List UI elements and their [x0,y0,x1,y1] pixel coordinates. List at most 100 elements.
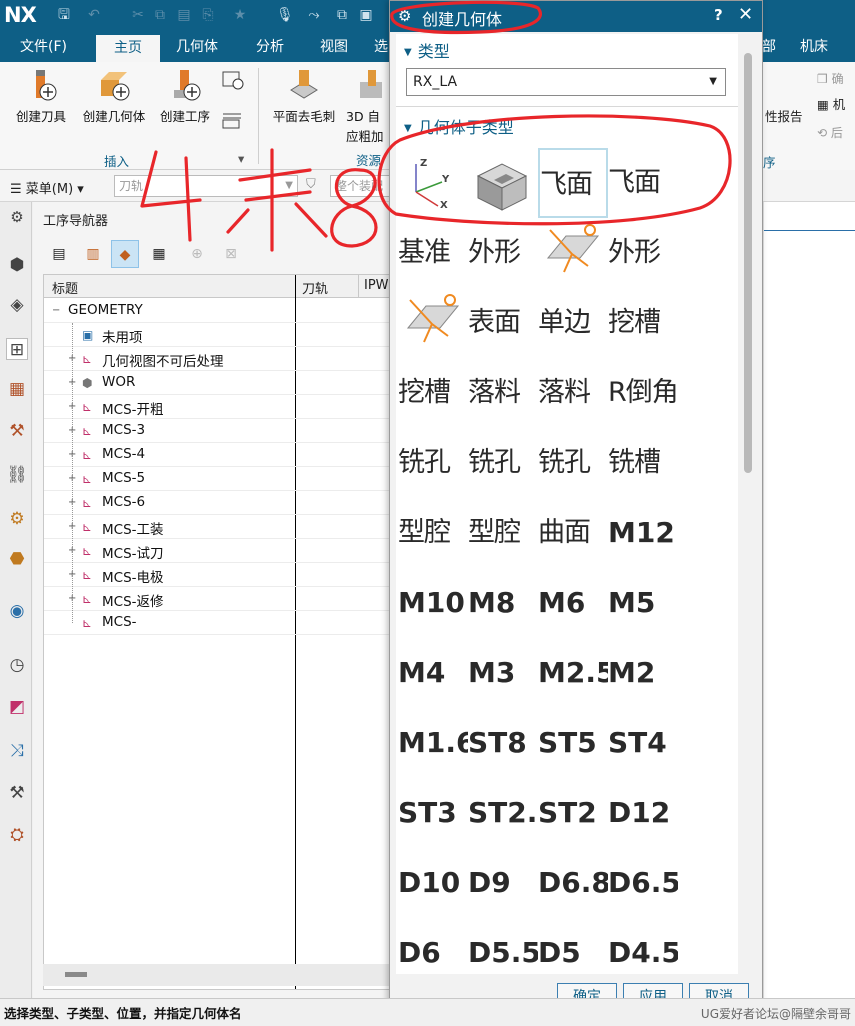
save-icon[interactable]: 🖫 [56,7,72,23]
machining-feature-icon[interactable]: ⚒ [6,420,28,442]
scrollbar-thumb[interactable] [65,972,87,977]
subtype-cell[interactable] [398,288,468,358]
subtype-cell[interactable]: 外形 [608,218,678,288]
machine-tool-navigator-icon[interactable]: ▦ [6,378,28,400]
insert-group-dropdown-icon[interactable]: ▾ [238,151,244,166]
subtype-cell[interactable]: ST3 [398,778,468,848]
subtype-cell[interactable]: D6.5 [608,848,678,918]
constraint-navigator-icon[interactable]: ⛓ [6,464,28,486]
column-toolpath[interactable]: 刀轨 [302,278,328,297]
copy-icon[interactable]: ⧉ [152,7,168,23]
graphics-window-fragment[interactable] [763,202,855,998]
table-row[interactable]: − GEOMETRY [44,299,394,323]
reuse-library-icon[interactable]: ⚙ [6,508,28,530]
right-item-confirm[interactable]: ❒ 确 [817,70,844,87]
subtype-cell[interactable]: 型腔 [398,498,468,568]
subtype-cell[interactable]: M2.5 [538,638,608,708]
small-insert-button-2[interactable] [220,108,246,136]
command-finder-icon[interactable]: ⤳ [306,7,322,23]
table-row[interactable]: + ⊾ MCS-开粗 [44,395,394,419]
tab-machine[interactable]: 机床 [794,32,834,62]
machine-tool-view-icon[interactable]: ▥ [79,240,107,268]
subtype-cell[interactable]: 飞面 [538,148,608,218]
table-row[interactable]: ⊾ MCS- [44,611,394,635]
subtype-cell[interactable]: ST4 [608,708,678,778]
subtype-cell[interactable]: 挖槽 [398,358,468,428]
machining-method-view-icon[interactable]: ▦ [145,240,173,268]
table-row[interactable]: + ⬢ WOR [44,371,394,395]
create-operation-button[interactable]: 创建工序 [154,68,216,125]
delete-icon[interactable]: ⎘ [200,7,216,23]
subtype-cell[interactable]: D4.5 [608,918,678,988]
subtype-cell[interactable]: M5 [608,568,678,638]
history-clock-icon[interactable]: ◷ [6,654,28,676]
remove-item-icon[interactable]: ⊠ [217,240,245,268]
small-insert-button[interactable] [220,68,246,96]
collapse-icon[interactable]: − [52,306,61,316]
tab-home[interactable]: 主页 [96,32,160,62]
subtype-cell[interactable]: M2 [608,638,678,708]
assembly-navigator-icon[interactable]: ⬢ [6,254,28,276]
subtype-cell[interactable]: 铣槽 [608,428,678,498]
table-row[interactable]: + ⊾ 几何视图不可后处理 [44,347,394,371]
subtype-cell[interactable]: 挖槽 [608,288,678,358]
cut-icon[interactable]: ✂ [130,7,146,23]
table-row[interactable]: + ⊾ MCS-电极 [44,563,394,587]
subtype-section-header[interactable]: ▼ 几何体子类型 [404,114,514,138]
operation-navigator-icon[interactable]: ⊞ [6,338,28,360]
star-icon[interactable]: ★ [232,7,248,23]
window-icon[interactable]: ⧉ [334,7,350,23]
subtype-cell[interactable]: 基准 [398,218,468,288]
subtype-cell[interactable] [468,148,538,218]
column-ipw[interactable]: IPW [364,278,389,293]
table-row[interactable]: + ⊾ MCS-4 [44,443,394,467]
type-section-header[interactable]: ▼ 类型 [404,38,450,62]
subtype-cell[interactable]: 落料 [538,358,608,428]
create-geometry-button[interactable]: 创建几何体 [76,68,152,125]
subtype-cell[interactable]: D6 [398,918,468,988]
role-icon[interactable]: ⛭ [6,824,28,846]
geometry-view-icon[interactable]: ◆ [111,240,139,268]
subtype-cell[interactable]: 表面 [468,288,538,358]
subtype-cell[interactable]: M12 [608,498,678,568]
program-order-view-icon[interactable]: ▤ [45,240,73,268]
subtype-cell[interactable]: 型腔 [468,498,538,568]
subtype-cell[interactable]: M3 [468,638,538,708]
subtype-cell[interactable]: D5.5 [468,918,538,988]
create-tool-button[interactable]: 创建刀具 [10,68,72,125]
right-item-machine[interactable]: ▦ 机 [817,94,845,113]
web-browser-icon[interactable]: ◉ [6,600,28,622]
tab-geometry[interactable]: 几何体 [170,32,224,62]
table-row[interactable]: ▣ 未用项 [44,323,394,347]
subtype-cell[interactable]: 曲面 [538,498,608,568]
subtype-cell[interactable]: M10 [398,568,468,638]
process-studio-icon[interactable]: ⤨ [6,740,28,762]
subtype-cell[interactable]: Z Y X [398,148,468,218]
microphone-icon[interactable]: 🎙 [276,7,294,23]
table-row[interactable]: + ⊾ MCS-5 [44,467,394,491]
subtype-cell[interactable]: D10 [398,848,468,918]
subtype-cell[interactable]: D12 [608,778,678,848]
filter-icon[interactable]: ⛉ [306,177,316,192]
horizontal-scrollbar[interactable] [43,964,395,986]
right-item-post[interactable]: ⟲ 后 [817,124,843,141]
table-row[interactable]: + ⊾ MCS-6 [44,491,394,515]
subtype-cell[interactable]: D6.8 [538,848,608,918]
paste-icon[interactable]: ▤ [176,7,192,23]
subtype-cell[interactable]: M1.6 [398,708,468,778]
subtype-cell[interactable]: 飞面 [608,148,678,218]
subtype-cell[interactable]: D5 [538,918,608,988]
dialog-gear-icon[interactable]: ⚙ [398,7,411,25]
subtype-cell[interactable]: 外形 [468,218,538,288]
subtype-cell[interactable]: ST5 [538,708,608,778]
subtype-cell[interactable]: M6 [538,568,608,638]
tab-analysis[interactable]: 分析 [250,32,290,62]
part-navigator-icon[interactable]: ◈ [6,294,28,316]
subtype-cell[interactable]: M4 [398,638,468,708]
settings-gear-icon[interactable]: ⚙ [6,206,28,228]
right-item-report[interactable]: 性报告 [765,106,803,125]
table-row[interactable]: + ⊾ MCS-返修 [44,587,394,611]
add-item-icon[interactable]: ⊕ [183,240,211,268]
subtype-cell[interactable]: D9 [468,848,538,918]
close-icon[interactable]: ✕ [738,4,753,25]
